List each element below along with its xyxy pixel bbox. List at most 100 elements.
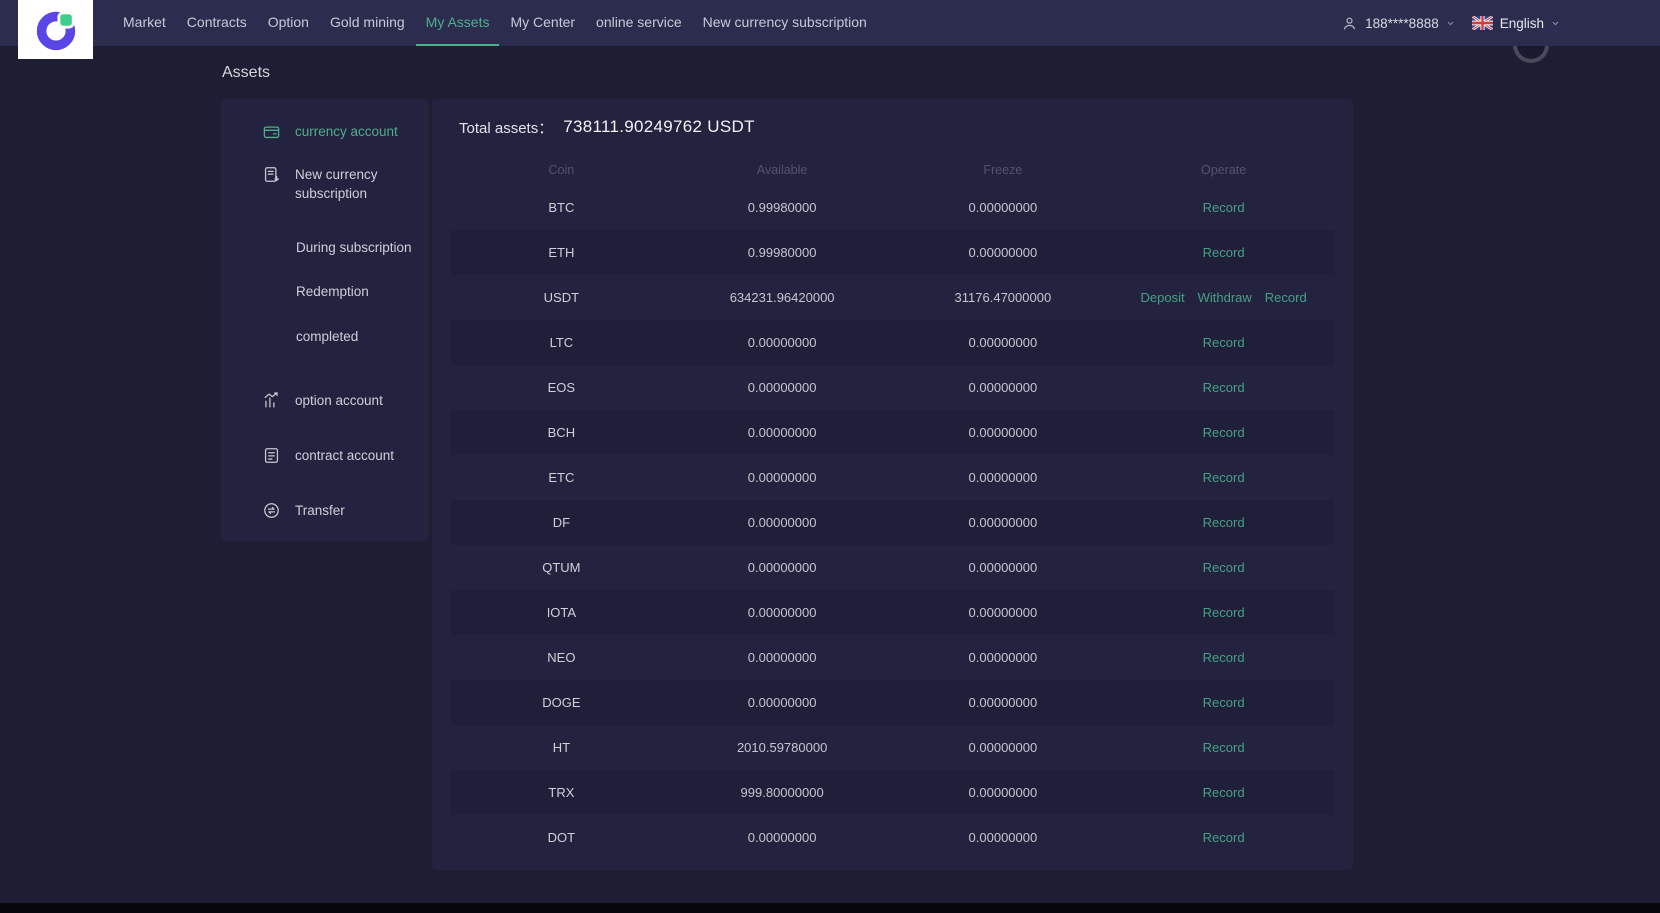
record-link[interactable]: Record xyxy=(1203,560,1245,575)
table-row-neo: NEO 0.00000000 0.00000000 Record xyxy=(451,635,1334,680)
nav-item-online-service[interactable]: online service xyxy=(586,0,692,46)
record-link[interactable]: Record xyxy=(1265,290,1307,305)
deposit-link[interactable]: Deposit xyxy=(1141,290,1185,305)
record-link[interactable]: Record xyxy=(1203,470,1245,485)
record-link[interactable]: Record xyxy=(1203,650,1245,665)
available-cell: 0.00000000 xyxy=(747,650,817,665)
operate-cell: Record xyxy=(1113,650,1334,665)
user-phone[interactable]: 188****8888 xyxy=(1365,16,1439,31)
freeze-cell: 0.00000000 xyxy=(968,380,1038,395)
record-link[interactable]: Record xyxy=(1203,200,1245,215)
nav-item-new-currency-subscription[interactable]: New currency subscription xyxy=(693,0,877,46)
table-row-doge: DOGE 0.00000000 0.00000000 Record xyxy=(451,680,1334,725)
language-selector[interactable]: English xyxy=(1500,16,1544,31)
table-row-bch: BCH 0.00000000 0.00000000 Record xyxy=(451,410,1334,455)
record-link[interactable]: Record xyxy=(1203,740,1245,755)
coin-cell: DOGE xyxy=(542,695,581,710)
coin-cell: LTC xyxy=(549,335,574,350)
record-link[interactable]: Record xyxy=(1203,785,1245,800)
record-link[interactable]: Record xyxy=(1203,695,1245,710)
nav-item-gold-mining[interactable]: Gold mining xyxy=(320,0,415,46)
total-assets-value: 738111.90249762 USDT xyxy=(563,117,755,136)
operate-cell: Record xyxy=(1113,605,1334,620)
coin-cell: TRX xyxy=(548,785,575,800)
sidebar-item-transfer[interactable]: Transfer xyxy=(221,496,429,524)
assets-table-body: BTC 0.99980000 0.00000000 Record ETH 0.999800… xyxy=(451,185,1334,860)
chevron-down-icon xyxy=(1551,19,1560,28)
available-cell: 2010.59780000 xyxy=(736,740,828,755)
operate-cell: Record xyxy=(1113,515,1334,530)
nav-right: 188****8888 English xyxy=(1341,0,1560,46)
freeze-cell: 31176.47000000 xyxy=(954,290,1052,305)
sidebar-item-option-account[interactable]: option account xyxy=(221,386,429,414)
table-row-eos: EOS 0.00000000 0.00000000 Record xyxy=(451,365,1334,410)
nav-item-contracts[interactable]: Contracts xyxy=(177,0,257,46)
sidebar-item-label: option account xyxy=(295,392,383,408)
record-link[interactable]: Record xyxy=(1203,380,1245,395)
transfer-icon xyxy=(262,501,282,520)
sidebar-item-label: During subscription xyxy=(296,239,412,255)
column-header-coin: Coin xyxy=(548,163,575,177)
table-row-btc: BTC 0.99980000 0.00000000 Record xyxy=(451,185,1334,230)
table-row-trx: TRX 999.80000000 0.00000000 Record xyxy=(451,770,1334,815)
sidebar-item-contract-account[interactable]: contract account xyxy=(221,441,429,469)
brand-logo[interactable] xyxy=(18,0,93,59)
nav-item-option[interactable]: Option xyxy=(258,0,319,46)
total-assets: Total assets： 738111.90249762 USDT xyxy=(432,99,1353,155)
record-link[interactable]: Record xyxy=(1203,830,1245,845)
user-icon xyxy=(1341,15,1358,32)
footer-bar xyxy=(0,903,1660,913)
sidebar-item-completed[interactable]: completed xyxy=(221,322,429,350)
sidebar-item-label: Redemption xyxy=(296,283,369,299)
assets-panel: Total assets： 738111.90249762 USDT Coin A… xyxy=(432,99,1353,870)
sidebar-item-label: contract account xyxy=(295,447,395,463)
coin-cell: BTC xyxy=(548,200,575,215)
available-cell: 0.00000000 xyxy=(747,605,817,620)
coin-cell: QTUM xyxy=(542,560,581,575)
table-row-df: DF 0.00000000 0.00000000 Record xyxy=(451,500,1334,545)
record-link[interactable]: Record xyxy=(1203,335,1245,350)
sidebar-item-redemption[interactable]: Redemption xyxy=(221,277,429,305)
nav-item-my-center[interactable]: My Center xyxy=(500,0,585,46)
withdraw-link[interactable]: Withdraw xyxy=(1198,290,1252,305)
operate-cell: Record xyxy=(1113,830,1334,845)
contract-icon xyxy=(262,446,282,465)
table-row-iota: IOTA 0.00000000 0.00000000 Record xyxy=(451,590,1334,635)
record-link[interactable]: Record xyxy=(1203,515,1245,530)
column-header-operate: Operate xyxy=(1201,163,1247,177)
page-title: Assets xyxy=(222,64,271,81)
operate-cell: Record xyxy=(1113,425,1334,440)
record-link[interactable]: Record xyxy=(1203,245,1245,260)
available-cell: 0.00000000 xyxy=(747,830,817,845)
table-row-etc: ETC 0.00000000 0.00000000 Record xyxy=(451,455,1334,500)
assets-table-header: Coin Available Freeze Operate xyxy=(451,155,1334,185)
total-assets-label: Total assets： xyxy=(459,119,554,137)
column-header-freeze: Freeze xyxy=(983,163,1023,177)
subscription-icon xyxy=(262,165,282,184)
freeze-cell: 0.00000000 xyxy=(968,425,1038,440)
operate-cell: Record xyxy=(1113,695,1334,710)
record-link[interactable]: Record xyxy=(1203,605,1245,620)
chevron-down-icon xyxy=(1446,19,1455,28)
available-cell: 0.00000000 xyxy=(747,470,817,485)
operate-cell: Deposit Withdraw Record xyxy=(1113,290,1334,305)
sidebar-item-during-subscription[interactable]: During subscription xyxy=(221,233,429,261)
coin-cell: HT xyxy=(552,740,571,755)
chart-icon xyxy=(262,391,282,410)
nav-item-market[interactable]: Market xyxy=(113,0,176,46)
freeze-cell: 0.00000000 xyxy=(968,695,1038,710)
wallet-icon xyxy=(262,122,282,141)
coin-cell: BCH xyxy=(547,425,576,440)
sidebar-item-label: currency account xyxy=(295,123,398,139)
record-link[interactable]: Record xyxy=(1203,425,1245,440)
sidebar-item-new-currency-subscription[interactable]: New currency subscription xyxy=(221,165,429,207)
operate-cell: Record xyxy=(1113,785,1334,800)
nav-item-my-assets[interactable]: My Assets xyxy=(415,0,500,46)
available-cell: 0.00000000 xyxy=(747,560,817,575)
sidebar-item-currency-account[interactable]: currency account xyxy=(221,117,429,145)
nav-menu: Market Contracts Option Gold mining My Asset… xyxy=(113,0,878,46)
column-header-available: Available xyxy=(756,163,808,177)
coin-cell: USDT xyxy=(543,290,580,305)
coin-cell: ETC xyxy=(548,470,575,485)
freeze-cell: 0.00000000 xyxy=(968,245,1038,260)
